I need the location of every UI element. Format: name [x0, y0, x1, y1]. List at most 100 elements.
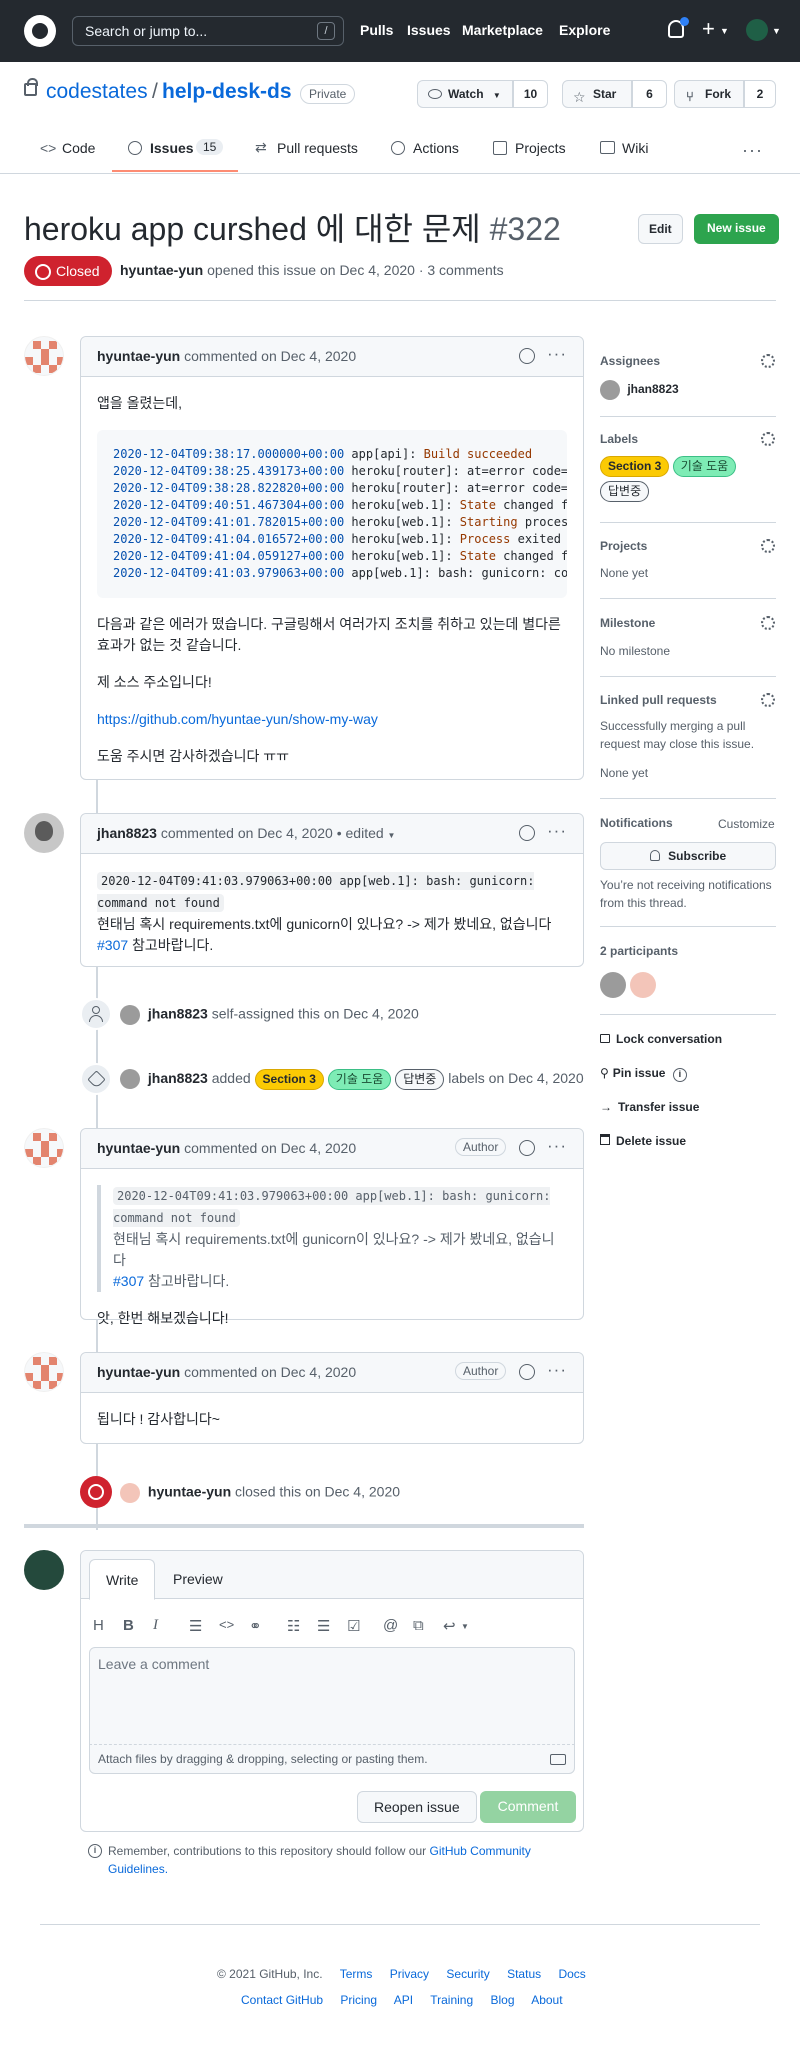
reply-icon[interactable]: ↩: [443, 1617, 456, 1635]
fork-button[interactable]: ⑂ Fork: [674, 80, 744, 108]
footer-link-security[interactable]: Security: [446, 1967, 489, 1981]
kebab-menu-icon[interactable]: ···: [547, 821, 567, 841]
avatar[interactable]: [120, 1005, 140, 1025]
footer-link-status[interactable]: Status: [507, 1967, 541, 1981]
comment-textarea[interactable]: Leave a comment: [89, 1647, 575, 1745]
footer-link-contact[interactable]: Contact GitHub: [241, 1993, 323, 2007]
tab-preview[interactable]: Preview: [157, 1559, 239, 1600]
chevron-down-icon[interactable]: ▼: [720, 26, 729, 36]
label-section-3[interactable]: Section 3: [600, 456, 670, 477]
tab-write[interactable]: Write: [89, 1559, 156, 1600]
smiley-icon[interactable]: [519, 825, 535, 841]
repo-owner-link[interactable]: codestates: [46, 80, 148, 104]
plus-icon[interactable]: +: [702, 17, 715, 41]
more-options-icon[interactable]: ···: [742, 140, 763, 161]
event-actor-link[interactable]: jhan8823: [148, 1006, 208, 1022]
label-answering[interactable]: 답변중: [395, 1069, 445, 1090]
file-attachment-area[interactable]: Attach files by dragging & dropping, sel…: [89, 1744, 575, 1774]
label-tech-help[interactable]: 기술 도움: [327, 1069, 392, 1090]
footer-link-blog[interactable]: Blog: [490, 1993, 514, 2007]
user-avatar[interactable]: [746, 19, 768, 41]
github-logo-icon[interactable]: [24, 15, 56, 47]
comment-date[interactable]: commented on Dec 4, 2020: [184, 1140, 356, 1156]
footer-link-terms[interactable]: Terms: [340, 1967, 373, 1981]
smiley-icon[interactable]: [519, 1364, 535, 1380]
label-section-3[interactable]: Section 3: [254, 1069, 324, 1090]
footer-link-api[interactable]: API: [394, 1993, 413, 2007]
link-icon[interactable]: ⚭: [249, 1617, 262, 1635]
fork-count[interactable]: 2: [744, 80, 776, 108]
repo-name-link[interactable]: help-desk-ds: [162, 80, 292, 104]
comment-submit-button[interactable]: Comment: [480, 1791, 576, 1823]
avatar[interactable]: [24, 1128, 64, 1168]
issue-reference-link[interactable]: #307: [97, 937, 128, 953]
issue-reference-link[interactable]: #307: [113, 1273, 144, 1289]
chevron-down-icon[interactable]: ▼: [388, 831, 396, 840]
participant-avatar[interactable]: [630, 972, 656, 998]
avatar[interactable]: [24, 1352, 64, 1392]
bold-icon[interactable]: B: [123, 1617, 134, 1634]
pin-issue-button[interactable]: ⚲ Pin issue i: [600, 1066, 687, 1082]
subscribe-button[interactable]: Subscribe: [600, 842, 776, 870]
gear-icon[interactable]: [761, 539, 775, 553]
nav-pulls[interactable]: Pulls: [360, 22, 393, 38]
comment-author-link[interactable]: jhan8823: [97, 825, 157, 841]
search-input[interactable]: Search or jump to... /: [72, 16, 344, 46]
label-tech-help[interactable]: 기술 도움: [672, 456, 737, 477]
delete-issue-button[interactable]: Delete issue: [600, 1134, 686, 1148]
gear-icon[interactable]: [761, 616, 775, 630]
footer-link-pricing[interactable]: Pricing: [340, 1993, 377, 2007]
avatar[interactable]: [24, 813, 64, 853]
tasklist-icon[interactable]: ☑: [347, 1617, 360, 1635]
footer-link-privacy[interactable]: Privacy: [390, 1967, 429, 1981]
comment-date[interactable]: commented on Dec 4, 2020: [184, 1364, 356, 1380]
event-date[interactable]: on Dec 4, 2020: [324, 1006, 419, 1022]
watch-button[interactable]: Watch ▼: [417, 80, 513, 108]
avatar[interactable]: [120, 1069, 140, 1090]
tab-issues[interactable]: Issues: [150, 140, 194, 156]
transfer-issue-button[interactable]: → Transfer issue: [600, 1100, 699, 1114]
participant-avatar[interactable]: [600, 972, 626, 998]
event-actor-link[interactable]: hyuntae-yun: [148, 1484, 231, 1500]
smiley-icon[interactable]: [519, 348, 535, 364]
assignee-item[interactable]: jhan8823: [600, 380, 776, 400]
source-link[interactable]: https://github.com/hyuntae-yun/show-my-w…: [97, 709, 567, 730]
avatar[interactable]: [24, 1550, 64, 1590]
kebab-menu-icon[interactable]: ···: [547, 344, 567, 364]
tab-actions[interactable]: Actions: [413, 140, 459, 156]
kebab-menu-icon[interactable]: ···: [547, 1360, 567, 1380]
new-issue-button[interactable]: New issue: [694, 214, 779, 244]
gear-icon[interactable]: [761, 354, 775, 368]
nav-explore[interactable]: Explore: [559, 22, 610, 38]
unordered-list-icon[interactable]: ☷: [287, 1617, 300, 1635]
star-count[interactable]: 6: [632, 80, 667, 108]
label-answering[interactable]: 답변중: [600, 481, 650, 502]
comment-date[interactable]: commented on Dec 4, 2020: [184, 348, 356, 364]
ordered-list-icon[interactable]: ☰: [317, 1617, 330, 1635]
edit-title-button[interactable]: Edit: [638, 214, 683, 244]
footer-link-docs[interactable]: Docs: [558, 1967, 585, 1981]
comment-author-link[interactable]: hyuntae-yun: [97, 1140, 180, 1156]
customize-link[interactable]: Customize: [718, 815, 778, 833]
event-date[interactable]: on Dec 4, 2020: [305, 1484, 400, 1500]
italic-icon[interactable]: I: [153, 1617, 158, 1634]
kebab-menu-icon[interactable]: ···: [547, 1136, 567, 1156]
avatar[interactable]: [120, 1483, 140, 1503]
comment-date[interactable]: commented on Dec 4, 2020: [161, 825, 333, 841]
mention-icon[interactable]: @: [383, 1617, 398, 1634]
footer-link-training[interactable]: Training: [430, 1993, 473, 2007]
star-button[interactable]: ☆ Star: [562, 80, 632, 108]
smiley-icon[interactable]: [519, 1140, 535, 1156]
nav-marketplace[interactable]: Marketplace: [462, 22, 543, 38]
lock-conversation-button[interactable]: Lock conversation: [600, 1032, 722, 1046]
nav-issues[interactable]: Issues: [407, 22, 451, 38]
info-icon[interactable]: i: [672, 1068, 687, 1082]
chevron-down-icon[interactable]: ▼: [772, 26, 781, 36]
tab-wiki[interactable]: Wiki: [622, 140, 648, 156]
tab-code[interactable]: Code: [62, 140, 95, 156]
tab-projects[interactable]: Projects: [515, 140, 566, 156]
watch-count[interactable]: 10: [513, 80, 548, 108]
comment-author-link[interactable]: hyuntae-yun: [97, 348, 180, 364]
heading-icon[interactable]: H: [93, 1617, 104, 1634]
tab-pull-requests[interactable]: Pull requests: [277, 140, 358, 156]
